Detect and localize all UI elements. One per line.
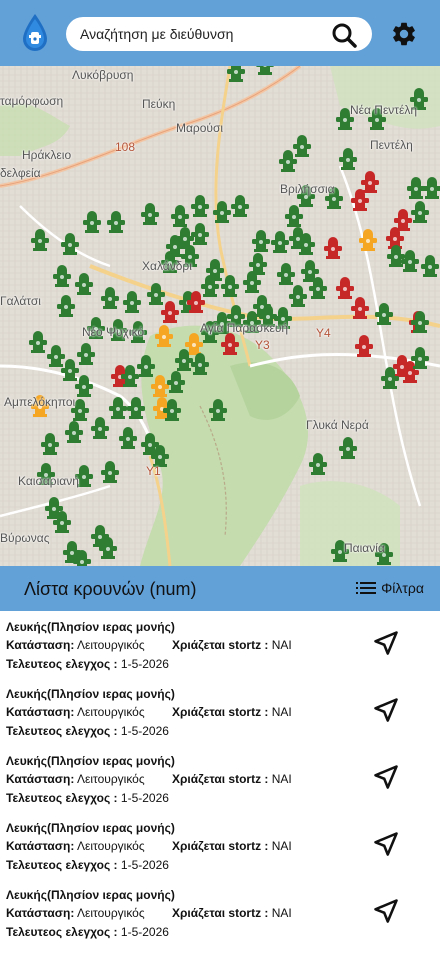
hydrant-map[interactable]: Λυκόβρυση ταμόρφωση Πεύκη Νέα Πεντέλη Μα… (0, 66, 440, 566)
navigate-icon[interactable] (372, 696, 400, 724)
stortz-value: ΝΑΙ (271, 906, 292, 920)
status-row: Κατάσταση: Λειτουργικός (6, 839, 145, 853)
status-label: Κατάσταση: (6, 772, 75, 786)
hydrant-list: Λευκής(Πλησίον ιερας μονής) Κατάσταση: Λ… (0, 611, 440, 946)
status-label: Κατάσταση: (6, 705, 75, 719)
map-place-label: Ηράκλειο (22, 148, 72, 162)
list-item[interactable]: Λευκής(Πλησίον ιερας μονής) Κατάσταση: Λ… (0, 611, 440, 678)
status-row: Κατάσταση: Λειτουργικός (6, 705, 145, 719)
map-place-label: Νέα Πεντέλη (350, 103, 418, 117)
stortz-row: Χριάζεται stortz : ΝΑΙ (172, 705, 292, 719)
map-place-label: Αγία Παρασκευή (200, 321, 289, 335)
check-value: 1-5-2026 (120, 657, 169, 671)
navigate-icon[interactable] (372, 763, 400, 791)
stortz-row: Χριάζεται stortz : ΝΑΙ (172, 772, 292, 786)
stortz-label: Χριάζεται stortz : (172, 906, 269, 920)
stortz-value: ΝΑΙ (271, 839, 292, 853)
map-place-label: Βριλήσσια (280, 182, 335, 196)
status-value: Λειτουργικός (76, 906, 145, 920)
map-place-label: Παιανία (344, 541, 385, 555)
check-value: 1-5-2026 (120, 791, 169, 805)
top-bar: Αναζήτηση με διεύθυνση (0, 0, 440, 66)
status-value: Λειτουργικός (76, 839, 145, 853)
map-place-label: Χαλάνδρι (142, 259, 192, 273)
status-value: Λειτουργικός (76, 705, 145, 719)
list-item[interactable]: Λευκής(Πλησίον ιερας μονής) Κατάσταση: Λ… (0, 879, 440, 946)
check-row: Τελευτεος ελεγχος : 1-5-2026 (6, 858, 169, 872)
list-item[interactable]: Λευκής(Πλησίον ιερας μονής) Κατάσταση: Λ… (0, 745, 440, 812)
check-label: Τελευτεος ελεγχος : (6, 724, 118, 738)
map-road-label: 108 (115, 140, 136, 154)
status-value: Λειτουργικός (76, 638, 145, 652)
status-label: Κατάσταση: (6, 906, 75, 920)
search-input[interactable]: Αναζήτηση με διεύθυνση (80, 26, 233, 42)
filters-button[interactable]: Φίλτρα (356, 580, 424, 596)
list-title: Λίστα κρουνών (num) (24, 579, 197, 599)
check-value: 1-5-2026 (120, 858, 169, 872)
map-place-label: Αμπελόκηποι (4, 395, 76, 409)
check-label: Τελευτεος ελεγχος : (6, 791, 118, 805)
map-place-label: Γλυκά Νερά (306, 418, 369, 432)
check-row: Τελευτεος ελεγχος : 1-5-2026 (6, 925, 169, 939)
stortz-label: Χριάζεται stortz : (172, 705, 269, 719)
hydrant-list-header: Λίστα κρουνών (num) Φίλτρα (0, 566, 440, 611)
status-label: Κατάσταση: (6, 638, 75, 652)
map-place-label: Πεύκη (142, 97, 176, 111)
hydrant-name: Λευκής(Πλησίον ιερας μονής) (6, 687, 175, 701)
map-place-label: δελφεία (0, 166, 41, 180)
check-row: Τελευτεος ελεγχος : 1-5-2026 (6, 657, 169, 671)
map-place-label: Γαλάτσι (0, 294, 41, 308)
map-place-label: Βύρωνας (0, 531, 50, 545)
stortz-label: Χριάζεται stortz : (172, 772, 269, 786)
map-place-label: Λυκόβρυση (72, 68, 134, 82)
status-label: Κατάσταση: (6, 839, 75, 853)
stortz-row: Χριάζεται stortz : ΝΑΙ (172, 906, 292, 920)
stortz-value: ΝΑΙ (271, 772, 292, 786)
status-row: Κατάσταση: Λειτουργικός (6, 906, 145, 920)
hydrant-name: Λευκής(Πλησίον ιερας μονής) (6, 620, 175, 634)
hydrant-name: Λευκής(Πλησίον ιερας μονής) (6, 754, 175, 768)
stortz-row: Χριάζεται stortz : ΝΑΙ (172, 839, 292, 853)
stortz-value: ΝΑΙ (271, 705, 292, 719)
hydrant-name: Λευκής(Πλησίον ιερας μονής) (6, 888, 175, 902)
navigate-icon[interactable] (372, 629, 400, 657)
stortz-value: ΝΑΙ (271, 638, 292, 652)
map-place-label: Καισαριανή (18, 474, 79, 488)
list-item[interactable]: Λευκής(Πλησίον ιερας μονής) Κατάσταση: Λ… (0, 812, 440, 879)
check-value: 1-5-2026 (120, 724, 169, 738)
check-value: 1-5-2026 (120, 925, 169, 939)
status-value: Λειτουργικός (76, 772, 145, 786)
gear-icon[interactable] (390, 20, 418, 48)
check-label: Τελευτεος ελεγχος : (6, 858, 118, 872)
filters-label: Φίλτρα (381, 580, 424, 596)
search-bar[interactable]: Αναζήτηση με διεύθυνση (66, 17, 372, 51)
list-item[interactable]: Λευκής(Πλησίον ιερας μονής) Κατάσταση: Λ… (0, 678, 440, 745)
hydrant-drop-logo-icon (23, 14, 47, 51)
status-row: Κατάσταση: Λειτουργικός (6, 772, 145, 786)
navigate-icon[interactable] (372, 897, 400, 925)
map-place-label: ταμόρφωση (0, 94, 64, 108)
map-road-label: Υ1 (146, 464, 161, 478)
map-road-label: Υ4 (316, 326, 331, 340)
hydrant-name: Λευκής(Πλησίον ιερας μονής) (6, 821, 175, 835)
list-filter-icon (356, 582, 377, 594)
map-place-label: Μαρούσι (176, 121, 224, 135)
map-place-label: Πεντέλη (370, 138, 413, 152)
navigate-icon[interactable] (372, 830, 400, 858)
status-row: Κατάσταση: Λειτουργικός (6, 638, 145, 652)
stortz-label: Χριάζεται stortz : (172, 839, 269, 853)
check-label: Τελευτεος ελεγχος : (6, 657, 118, 671)
stortz-row: Χριάζεται stortz : ΝΑΙ (172, 638, 292, 652)
search-icon[interactable] (330, 21, 358, 49)
check-label: Τελευτεος ελεγχος : (6, 925, 118, 939)
stortz-label: Χριάζεται stortz : (172, 638, 269, 652)
check-row: Τελευτεος ελεγχος : 1-5-2026 (6, 724, 169, 738)
check-row: Τελευτεος ελεγχος : 1-5-2026 (6, 791, 169, 805)
map-place-label: Νέο Ψυχικό (82, 325, 145, 339)
map-road-label: Υ3 (255, 338, 270, 352)
